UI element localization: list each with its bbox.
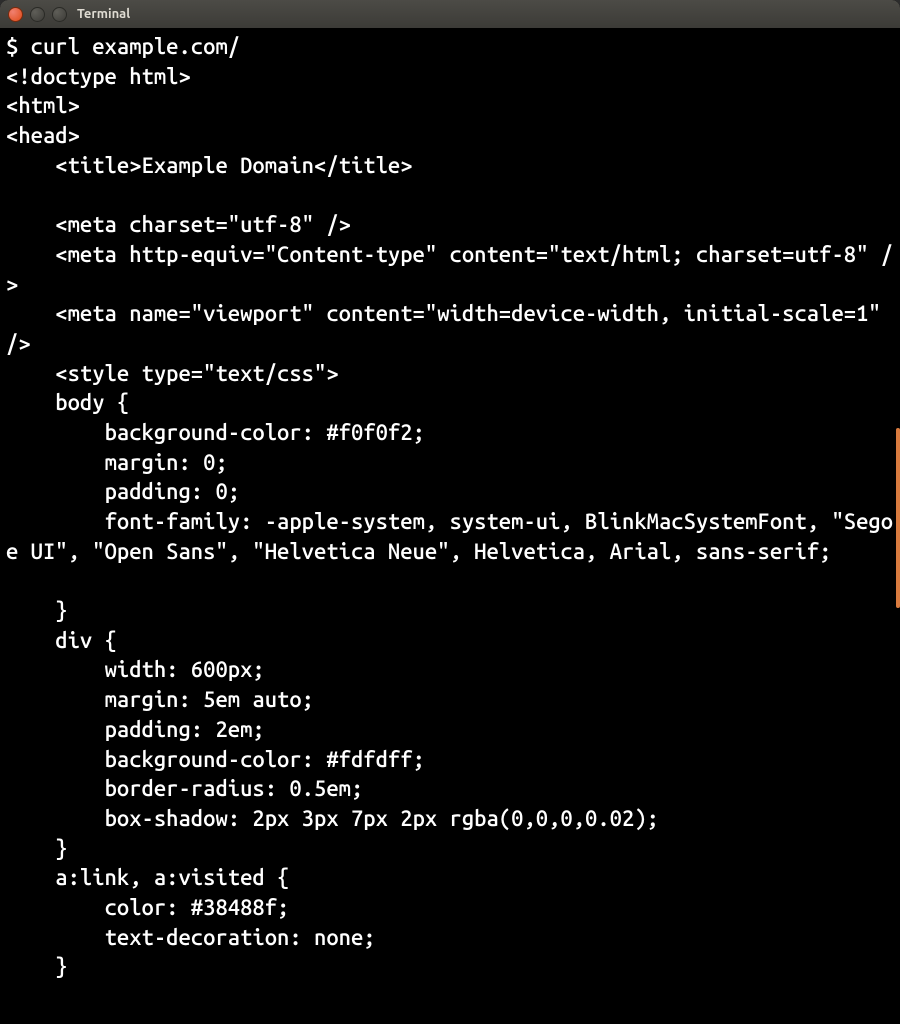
- titlebar[interactable]: Terminal: [0, 0, 900, 28]
- terminal-output: <!doctype html> <html> <head> <title>Exa…: [6, 64, 893, 980]
- terminal-body[interactable]: $ curl example.com/ <!doctype html> <htm…: [0, 28, 900, 1024]
- close-icon[interactable]: [8, 7, 23, 22]
- window-controls: [8, 7, 67, 22]
- terminal-window: Terminal $ curl example.com/ <!doctype h…: [0, 0, 900, 1024]
- prompt: $: [6, 34, 31, 59]
- command-text: curl example.com/: [31, 34, 240, 59]
- minimize-icon[interactable]: [30, 7, 45, 22]
- scrollbar-thumb[interactable]: [896, 428, 900, 608]
- maximize-icon[interactable]: [52, 7, 67, 22]
- window-title: Terminal: [77, 7, 130, 21]
